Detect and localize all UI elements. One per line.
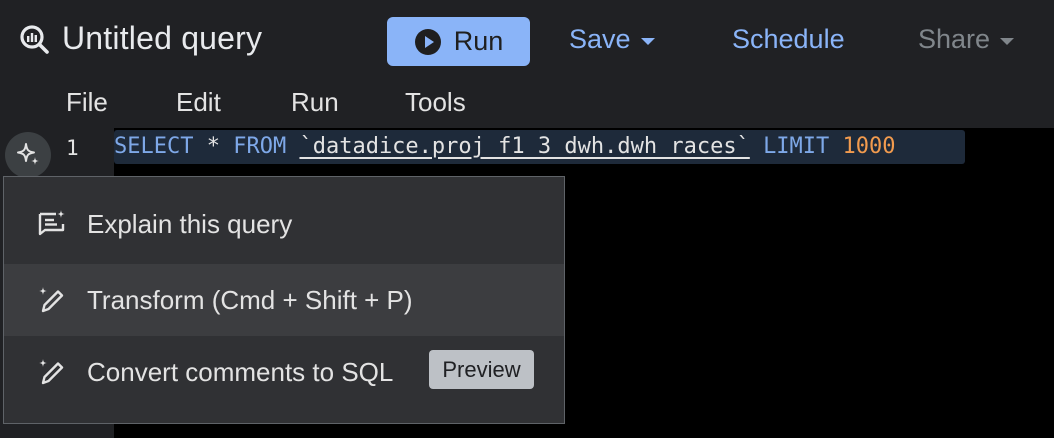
query-header: Untitled query Run Save Schedule Share: [0, 0, 1054, 82]
sql-star: *: [206, 134, 220, 159]
menu-file[interactable]: File: [66, 87, 108, 118]
menu-item-label: Explain this query: [87, 208, 293, 239]
sql-limit-value: 1000: [842, 134, 896, 159]
play-circle-icon: [414, 28, 441, 55]
sql-keyword-limit: LIMIT: [763, 134, 830, 159]
menu-tools[interactable]: Tools: [405, 87, 466, 118]
menu-run[interactable]: Run: [291, 87, 339, 118]
menu-edit[interactable]: Edit: [176, 87, 221, 118]
bigquery-search-icon: [20, 24, 49, 54]
sparkle-icon: [17, 143, 39, 165]
sql-keyword-select: SELECT: [114, 134, 194, 159]
run-button-label: Run: [453, 26, 504, 56]
code-line[interactable]: SELECT * FROM `datadice.proj_f1_3_dwh.dw…: [114, 130, 965, 164]
save-button[interactable]: Save: [569, 24, 655, 55]
share-button[interactable]: Share: [918, 24, 1015, 55]
schedule-button[interactable]: Schedule: [732, 24, 845, 55]
menu-item-explain-query[interactable]: Explain this query: [4, 188, 564, 260]
preview-badge: Preview: [429, 350, 534, 389]
menu-item-label: Transform (Cmd + Shift + P): [87, 284, 413, 315]
save-button-label: Save: [569, 24, 631, 54]
query-title[interactable]: Untitled query: [62, 20, 262, 57]
menu-item-transform[interactable]: Transform (Cmd + Shift + P): [4, 264, 564, 336]
gemini-assist-button[interactable]: [5, 132, 51, 178]
sql-keyword-from: FROM: [233, 134, 287, 159]
magic-pen-icon: [34, 282, 70, 318]
sql-table-reference[interactable]: `datadice.proj_f1_3_dwh.dwh_races`: [299, 134, 749, 159]
share-button-label: Share: [918, 24, 991, 54]
line-number: 1: [66, 136, 79, 160]
magic-pen-icon: [34, 354, 70, 390]
menu-item-convert-comments[interactable]: Convert comments to SQL Preview: [4, 336, 564, 408]
explain-notes-icon: [34, 206, 70, 242]
chevron-down-icon: [1000, 37, 1015, 45]
gemini-assist-menu: Explain this query Transform (Cmd + Shif…: [3, 176, 565, 424]
menu-bar: File Edit Run Tools: [0, 82, 1054, 128]
menu-item-label: Convert comments to SQL: [87, 356, 394, 387]
query-title-group: Untitled query: [18, 20, 262, 57]
schedule-button-label: Schedule: [732, 24, 845, 54]
run-button[interactable]: Run: [387, 17, 530, 66]
chevron-down-icon: [640, 37, 655, 45]
